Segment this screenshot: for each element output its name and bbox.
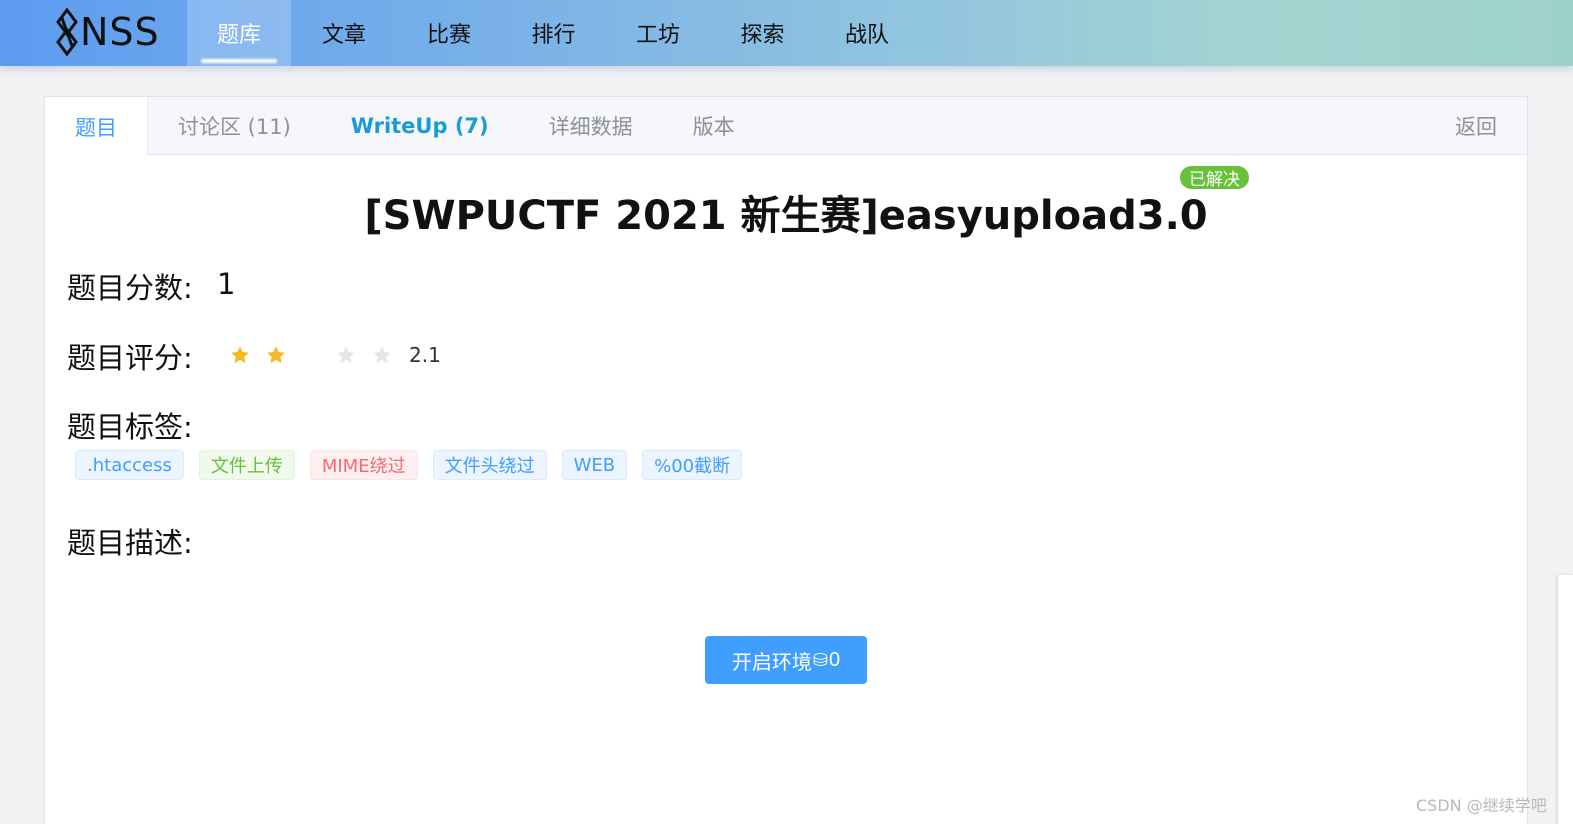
nss-logo[interactable]: NSS (56, 6, 166, 58)
side-panel-edge (1558, 575, 1573, 824)
nav-item-ranking[interactable]: 排行 (501, 0, 606, 66)
back-link[interactable]: 返回 (1425, 97, 1527, 155)
title-wrap: [SWPUCTF 2021 新生赛]easyupload3.0 (45, 183, 1527, 241)
tags-label: 题目标签: (67, 410, 193, 444)
nav-item-workshop[interactable]: 工坊 (606, 0, 710, 66)
tag-null-byte[interactable]: %00截断 (642, 450, 743, 480)
tag-list: .htaccess 文件上传 MIME绕过 文件头绕过 WEB %00截断 (75, 450, 757, 480)
start-button-cost: 0 (828, 648, 841, 671)
problem-card: 题目 讨论区 (11) WriteUp (7) 详细数据 版本 返回 [SWPU… (44, 96, 1528, 824)
csdn-watermark: CSDN @继续学吧 (1416, 796, 1547, 815)
nss-logo-icon (56, 8, 78, 56)
score-value: 1 (217, 267, 236, 301)
top-navbar: NSS 题库 文章 比赛 排行 工坊 探索 战队 (0, 0, 1573, 66)
nav-item-articles[interactable]: 文章 (291, 0, 397, 66)
main-nav: 题库 文章 比赛 排行 工坊 探索 战队 (187, 0, 919, 66)
tab-version[interactable]: 版本 (663, 97, 765, 155)
tab-discussion[interactable]: 讨论区 (11) (148, 97, 321, 155)
tab-writeup[interactable]: WriteUp (7) (321, 97, 519, 155)
solved-badge: 已解决 (1178, 164, 1251, 191)
rating-label: 题目评分: (67, 341, 193, 375)
description-label: 题目描述: (67, 526, 193, 560)
rating-value: 2.1 (409, 343, 441, 367)
star-icon[interactable] (229, 344, 251, 366)
rating-stars[interactable]: 2.1 (229, 343, 441, 367)
problem-tabs: 题目 讨论区 (11) WriteUp (7) 详细数据 版本 返回 (45, 97, 1527, 156)
nav-item-teams[interactable]: 战队 (815, 0, 919, 66)
nav-item-contests[interactable]: 比赛 (397, 0, 501, 66)
star-icon[interactable] (371, 344, 393, 366)
tag-htaccess[interactable]: .htaccess (75, 450, 184, 480)
start-environment-button[interactable]: 开启环境 ⛁ 0 (705, 636, 867, 684)
nav-item-problems[interactable]: 题库 (187, 0, 291, 66)
problem-title: [SWPUCTF 2021 新生赛]easyupload3.0 (364, 193, 1208, 239)
tag-file-upload[interactable]: 文件上传 (198, 450, 295, 480)
star-icon[interactable] (265, 344, 287, 366)
tag-web[interactable]: WEB (561, 450, 628, 480)
logo-text: NSS (80, 10, 160, 54)
tab-problem[interactable]: 题目 (45, 97, 148, 156)
start-button-label: 开启环境 (731, 651, 812, 674)
coin-icon: ⛁ (812, 649, 828, 670)
score-label: 题目分数: (67, 271, 193, 305)
tab-details[interactable]: 详细数据 (519, 97, 663, 155)
tag-header-bypass[interactable]: 文件头绕过 (432, 450, 547, 480)
tag-mime-bypass[interactable]: MIME绕过 (309, 450, 418, 480)
nav-item-explore[interactable]: 探索 (710, 0, 815, 66)
star-icon[interactable] (335, 344, 357, 366)
